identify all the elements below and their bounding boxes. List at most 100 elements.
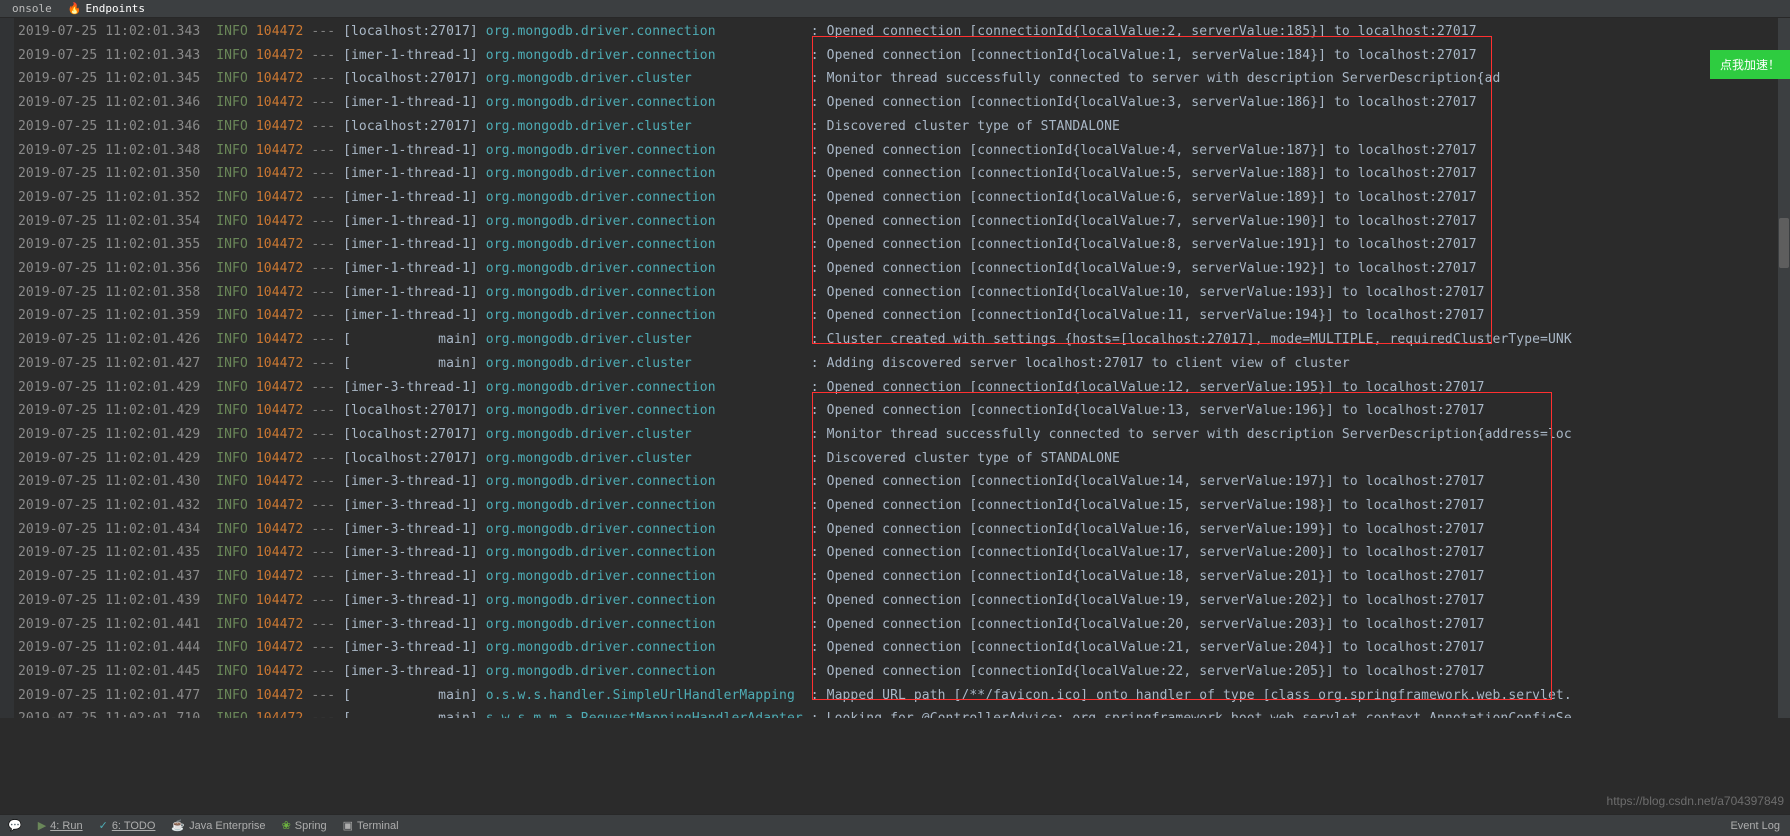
log-line: 2019-07-25 11:02:01.345 INFO 104472 --- … bbox=[18, 67, 1790, 91]
log-thread: [imer-3-thread-1] bbox=[343, 569, 478, 584]
log-thread: [imer-1-thread-1] bbox=[343, 308, 478, 323]
log-timestamp: 2019-07-25 11:02:01.429 bbox=[18, 403, 200, 418]
scrollbar-thumb[interactable] bbox=[1779, 218, 1789, 268]
log-timestamp: 2019-07-25 11:02:01.439 bbox=[18, 593, 200, 608]
log-level: INFO bbox=[216, 688, 248, 703]
eventlog-label: Event Log bbox=[1730, 820, 1780, 832]
log-colon: : bbox=[811, 711, 819, 718]
log-timestamp: 2019-07-25 11:02:01.354 bbox=[18, 214, 200, 229]
log-level: INFO bbox=[216, 711, 248, 718]
log-thread: [imer-1-thread-1] bbox=[343, 95, 478, 110]
log-line: 2019-07-25 11:02:01.437 INFO 104472 --- … bbox=[18, 565, 1790, 589]
log-level: INFO bbox=[216, 332, 248, 347]
accelerate-button-label: 点我加速！ bbox=[1720, 58, 1780, 72]
log-line: 2019-07-25 11:02:01.434 INFO 104472 --- … bbox=[18, 518, 1790, 542]
log-timestamp: 2019-07-25 11:02:01.437 bbox=[18, 569, 200, 584]
log-thread: [localhost:27017] bbox=[343, 403, 478, 418]
bottom-run[interactable]: ▶ 4: Run bbox=[38, 819, 83, 832]
log-colon: : bbox=[811, 427, 819, 442]
log-thread: [imer-3-thread-1] bbox=[343, 498, 478, 513]
log-timestamp: 2019-07-25 11:02:01.710 bbox=[18, 711, 200, 718]
tab-console-label: onsole bbox=[12, 2, 52, 15]
tab-console[interactable]: onsole bbox=[4, 2, 60, 15]
log-thread: [imer-3-thread-1] bbox=[343, 474, 478, 489]
log-logger: org.mongodb.driver.connection bbox=[486, 285, 803, 300]
tab-endpoints[interactable]: 🔥 Endpoints bbox=[60, 2, 153, 15]
console-output[interactable]: 2019-07-25 11:02:01.343 INFO 104472 --- … bbox=[0, 18, 1790, 718]
log-separator: --- bbox=[311, 522, 335, 537]
log-logger: org.mongodb.driver.connection bbox=[486, 24, 803, 39]
log-logger: org.mongodb.driver.cluster bbox=[486, 119, 803, 134]
log-pid: 104472 bbox=[256, 403, 304, 418]
log-logger: org.mongodb.driver.connection bbox=[486, 569, 803, 584]
log-logger: org.mongodb.driver.connection bbox=[486, 308, 803, 323]
log-pid: 104472 bbox=[256, 356, 304, 371]
log-timestamp: 2019-07-25 11:02:01.435 bbox=[18, 545, 200, 560]
bottom-terminal[interactable]: ▣ Terminal bbox=[343, 819, 399, 832]
todo-icon: ✓ bbox=[99, 819, 108, 832]
log-line: 2019-07-25 11:02:01.348 INFO 104472 --- … bbox=[18, 139, 1790, 163]
log-logger: org.mongodb.driver.connection bbox=[486, 664, 803, 679]
log-timestamp: 2019-07-25 11:02:01.358 bbox=[18, 285, 200, 300]
log-pid: 104472 bbox=[256, 95, 304, 110]
log-message: Opened connection [connectionId{localVal… bbox=[827, 664, 1485, 679]
log-pid: 104472 bbox=[256, 451, 304, 466]
log-level: INFO bbox=[216, 166, 248, 181]
watermark-text: https://blog.csdn.net/a704397849 bbox=[1607, 794, 1784, 808]
log-pid: 104472 bbox=[256, 261, 304, 276]
log-pid: 104472 bbox=[256, 688, 304, 703]
log-message: Monitor thread successfully connected to… bbox=[827, 71, 1501, 86]
bottom-todo[interactable]: ✓ 6: TODO bbox=[99, 819, 156, 832]
log-logger: org.mongodb.driver.connection bbox=[486, 166, 803, 181]
log-message: Adding discovered server localhost:27017… bbox=[827, 356, 1350, 371]
log-logger: org.mongodb.driver.cluster bbox=[486, 356, 803, 371]
log-level: INFO bbox=[216, 664, 248, 679]
log-level: INFO bbox=[216, 308, 248, 323]
log-message: Opened connection [connectionId{localVal… bbox=[827, 166, 1477, 181]
log-pid: 104472 bbox=[256, 498, 304, 513]
log-timestamp: 2019-07-25 11:02:01.343 bbox=[18, 24, 200, 39]
log-thread: [ main] bbox=[343, 711, 478, 718]
log-logger: org.mongodb.driver.connection bbox=[486, 593, 803, 608]
bottom-messages[interactable]: 💬 bbox=[8, 819, 22, 832]
log-message: Opened connection [connectionId{localVal… bbox=[827, 474, 1485, 489]
log-timestamp: 2019-07-25 11:02:01.345 bbox=[18, 71, 200, 86]
log-line: 2019-07-25 11:02:01.426 INFO 104472 --- … bbox=[18, 328, 1790, 352]
log-message: Opened connection [connectionId{localVal… bbox=[827, 237, 1477, 252]
log-message: Looking for @ControllerAdvice: org.sprin… bbox=[827, 711, 1572, 718]
log-message: Cluster created with settings {hosts=[lo… bbox=[827, 332, 1572, 347]
log-logger: org.mongodb.driver.connection bbox=[486, 498, 803, 513]
log-separator: --- bbox=[311, 711, 335, 718]
vertical-scrollbar[interactable] bbox=[1778, 18, 1790, 718]
bottom-spring[interactable]: ❀ Spring bbox=[282, 819, 327, 832]
log-level: INFO bbox=[216, 474, 248, 489]
log-line: 2019-07-25 11:02:01.356 INFO 104472 --- … bbox=[18, 257, 1790, 281]
log-logger: org.mongodb.driver.connection bbox=[486, 640, 803, 655]
log-pid: 104472 bbox=[256, 143, 304, 158]
log-logger: org.mongodb.driver.connection bbox=[486, 143, 803, 158]
log-level: INFO bbox=[216, 640, 248, 655]
log-pid: 104472 bbox=[256, 545, 304, 560]
log-timestamp: 2019-07-25 11:02:01.429 bbox=[18, 380, 200, 395]
log-message: Opened connection [connectionId{localVal… bbox=[827, 640, 1485, 655]
log-separator: --- bbox=[311, 261, 335, 276]
log-text-area[interactable]: 2019-07-25 11:02:01.343 INFO 104472 --- … bbox=[0, 18, 1790, 718]
log-level: INFO bbox=[216, 569, 248, 584]
log-timestamp: 2019-07-25 11:02:01.434 bbox=[18, 522, 200, 537]
log-logger: org.mongodb.driver.connection bbox=[486, 190, 803, 205]
log-colon: : bbox=[811, 285, 819, 300]
log-pid: 104472 bbox=[256, 569, 304, 584]
log-separator: --- bbox=[311, 664, 335, 679]
log-separator: --- bbox=[311, 688, 335, 703]
bottom-java[interactable]: ☕ Java Enterprise bbox=[171, 819, 265, 832]
log-timestamp: 2019-07-25 11:02:01.356 bbox=[18, 261, 200, 276]
log-separator: --- bbox=[311, 95, 335, 110]
bottom-run-label: 4: Run bbox=[50, 820, 82, 832]
bottom-eventlog[interactable]: Event Log bbox=[1730, 820, 1790, 832]
accelerate-button[interactable]: 点我加速！ bbox=[1710, 50, 1790, 79]
log-colon: : bbox=[811, 71, 819, 86]
log-pid: 104472 bbox=[256, 664, 304, 679]
log-separator: --- bbox=[311, 356, 335, 371]
log-thread: [imer-1-thread-1] bbox=[343, 261, 478, 276]
bottom-spring-label: Spring bbox=[295, 820, 327, 832]
